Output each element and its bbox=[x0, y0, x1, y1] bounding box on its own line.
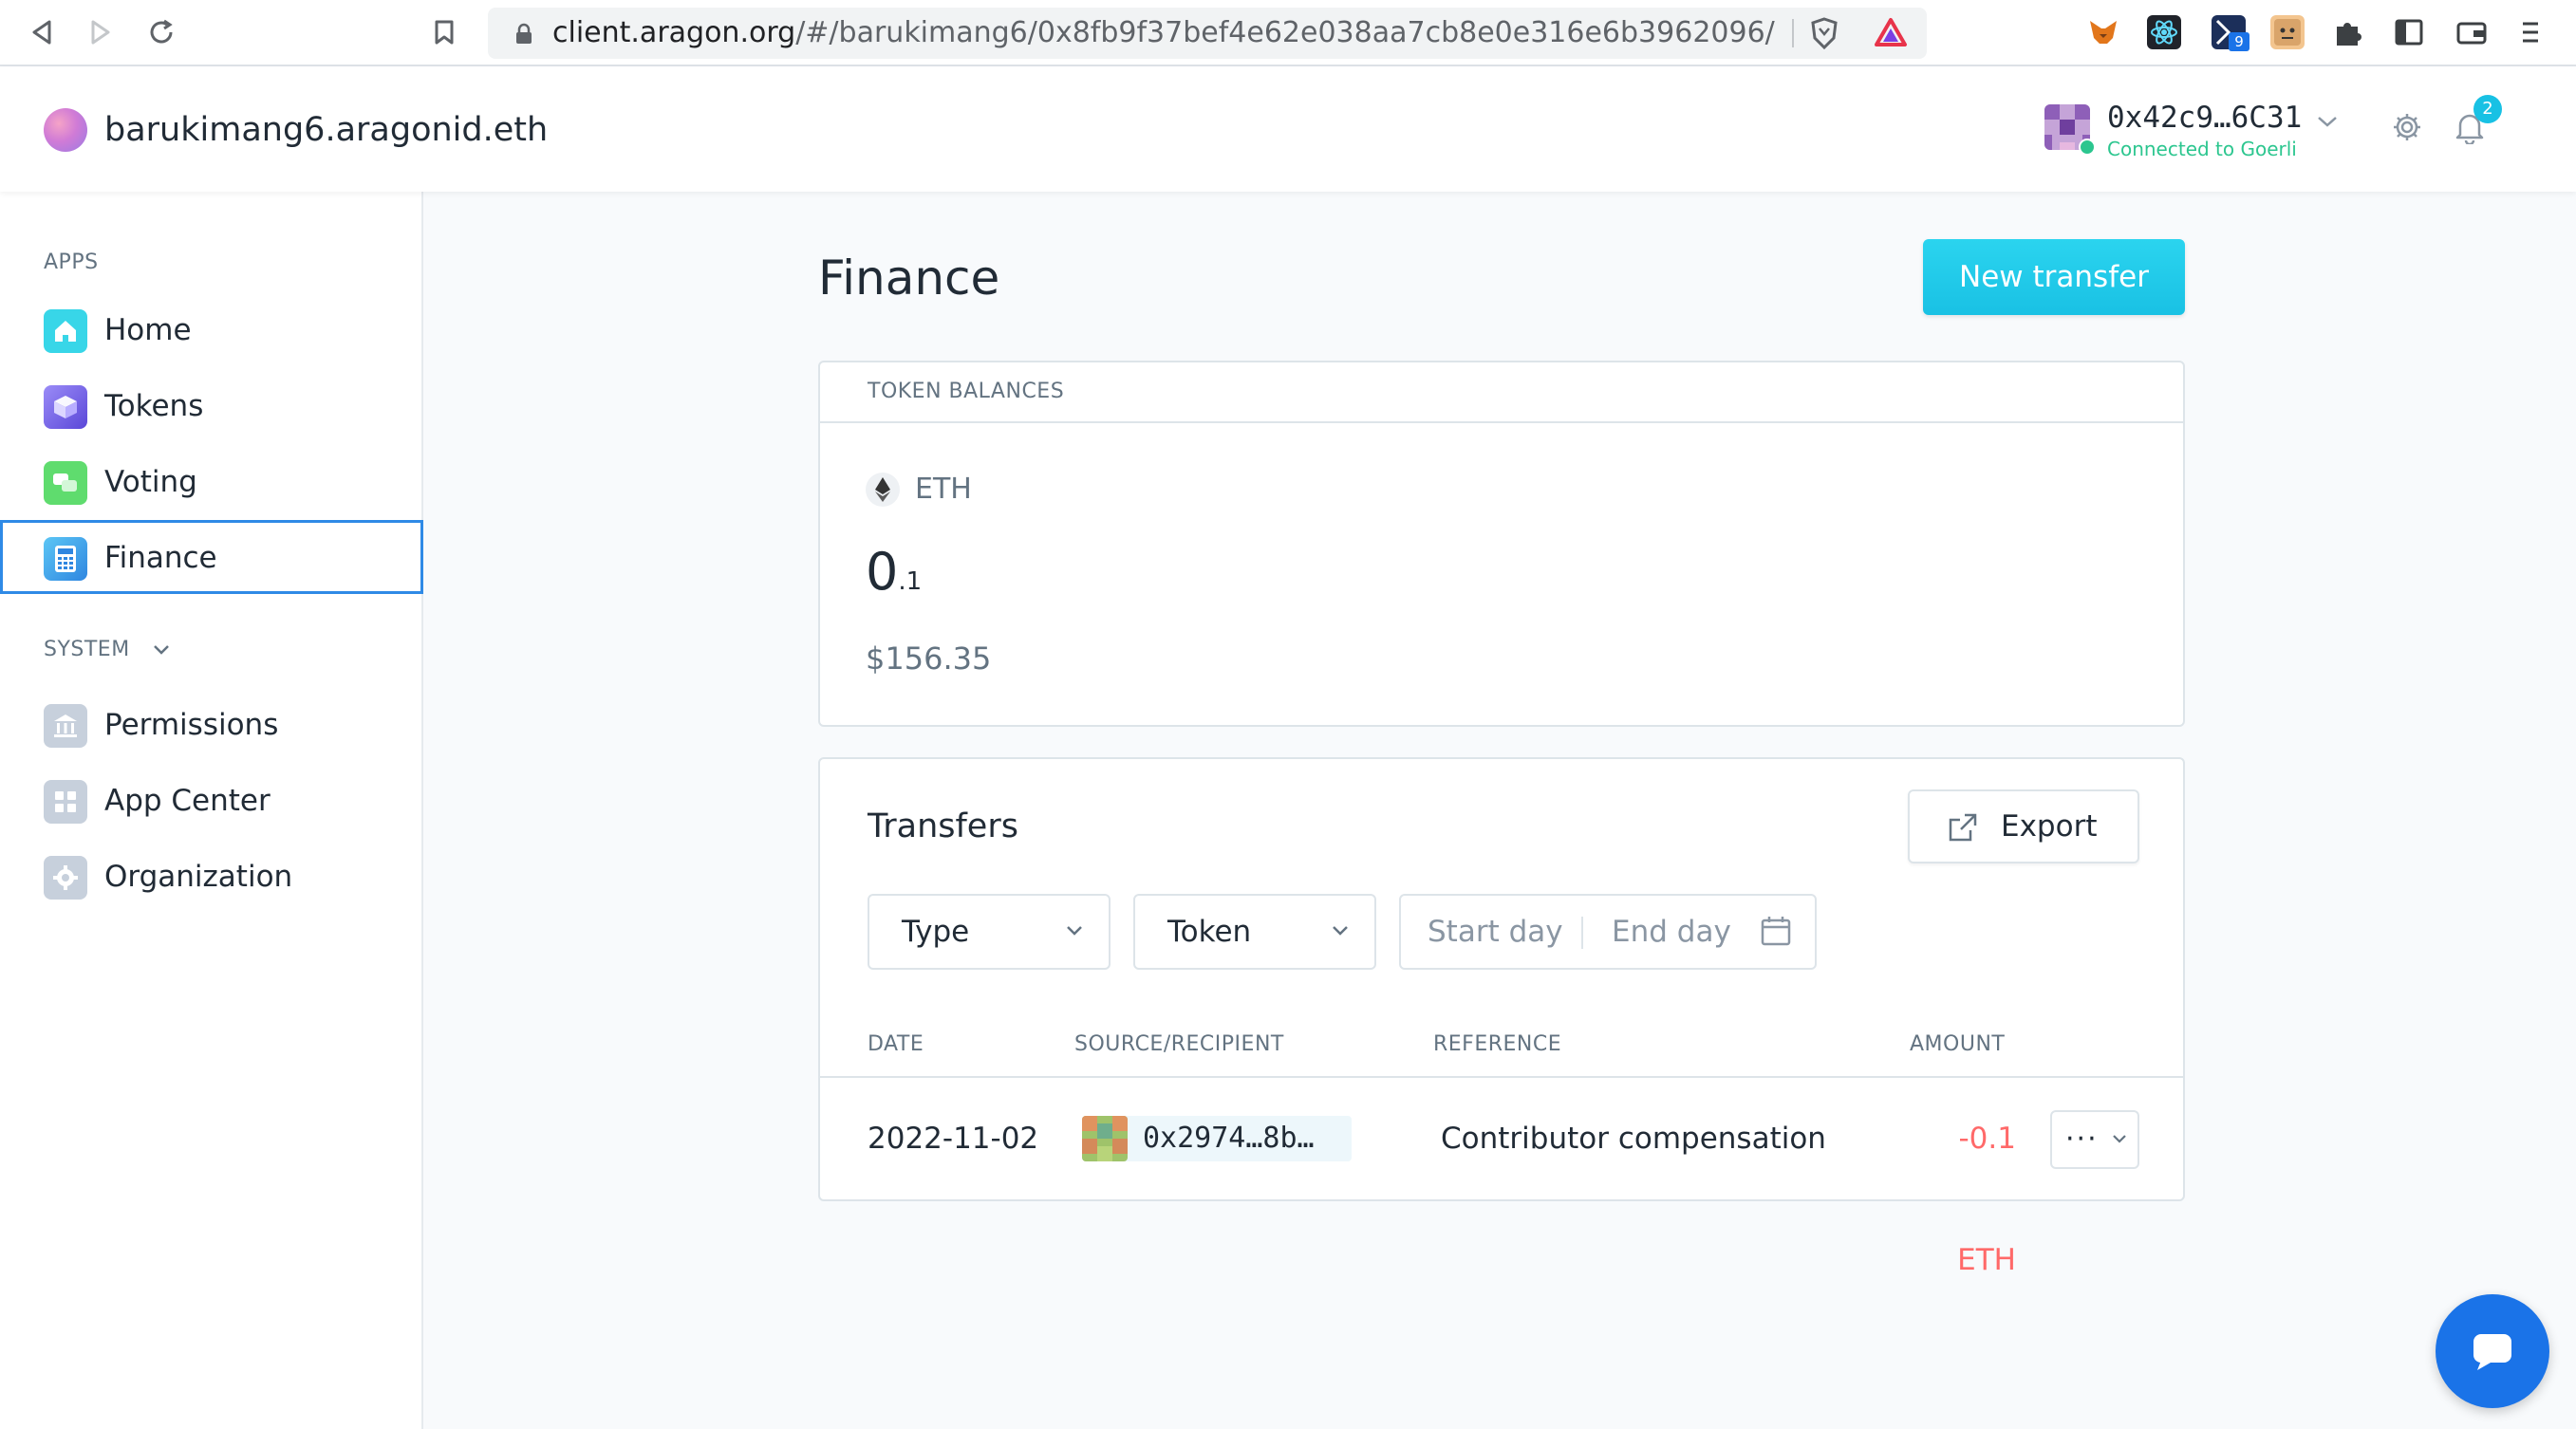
column-header-reference: REFERENCE bbox=[1433, 1032, 1562, 1056]
token-balance: 0.1 bbox=[866, 539, 922, 615]
connection-status-dot bbox=[2079, 139, 2096, 156]
transfer-reference: Contributor compensation bbox=[1441, 1122, 1826, 1156]
sidebar: APPS Home Tokens Voting Finance SYSTEM P… bbox=[0, 192, 423, 1429]
sidebar-item-permissions[interactable]: Permissions bbox=[0, 687, 423, 761]
export-label: Export bbox=[2001, 809, 2098, 844]
brave-shield-icon[interactable] bbox=[1809, 17, 1839, 49]
column-header-date: DATE bbox=[868, 1032, 924, 1056]
chevron-down-icon bbox=[1065, 924, 1084, 937]
external-link-icon bbox=[1946, 810, 1980, 844]
chevron-down-icon bbox=[152, 643, 171, 657]
url-text: client.aragon.org/#/barukimang6/0x8fb9f3… bbox=[552, 16, 1775, 49]
token-symbol: ETH bbox=[915, 473, 972, 506]
gear-icon[interactable] bbox=[2384, 104, 2430, 150]
sidebar-item-finance[interactable]: Finance bbox=[0, 520, 423, 594]
wallet-icon[interactable] bbox=[2455, 15, 2489, 49]
address-identicon bbox=[1082, 1116, 1128, 1161]
sidebar-item-home[interactable]: Home bbox=[0, 292, 423, 366]
sidebar-item-app-center[interactable]: App Center bbox=[0, 763, 423, 837]
bank-icon bbox=[44, 704, 87, 748]
metamask-icon[interactable] bbox=[2086, 15, 2120, 49]
tokens-icon bbox=[44, 385, 87, 429]
extension-face-icon[interactable] bbox=[2270, 15, 2305, 49]
address-badge[interactable]: 0x2974…8b… bbox=[1082, 1116, 1352, 1161]
token-filter-dropdown[interactable]: Token bbox=[1133, 894, 1376, 970]
extension-badge-count: 9 bbox=[2229, 32, 2249, 51]
table-row: 2022-11-02 0x2974…8b… Contributor compen… bbox=[820, 1078, 2183, 1277]
start-day-field[interactable]: Start day bbox=[1428, 896, 1563, 968]
transfer-amount: -0.1 ETH bbox=[1957, 1122, 2016, 1277]
address-text: 0x2974…8b… bbox=[1143, 1122, 1315, 1155]
forward-icon[interactable] bbox=[84, 15, 118, 49]
sidebar-item-label: Organization bbox=[104, 860, 293, 894]
export-button[interactable]: Export bbox=[1908, 789, 2139, 863]
network-status: Connected to Goerli bbox=[2107, 138, 2297, 160]
sidebar-item-label: Finance bbox=[104, 541, 217, 575]
type-filter-dropdown[interactable]: Type bbox=[868, 894, 1111, 970]
transfers-card: Transfers Export Type Token Start day En… bbox=[818, 757, 2185, 1277]
token-balances-heading: TOKEN BALANCES bbox=[820, 362, 2183, 423]
account-address[interactable]: 0x42c9…6C31 bbox=[2107, 99, 2302, 137]
sidebar-item-label: Home bbox=[104, 313, 192, 347]
org-avatar[interactable] bbox=[44, 108, 87, 152]
address-bar[interactable]: client.aragon.org/#/barukimang6/0x8fb9f3… bbox=[488, 8, 1927, 59]
system-section-toggle[interactable]: SYSTEM bbox=[44, 638, 171, 661]
column-header-amount: AMOUNT bbox=[1910, 1032, 2006, 1056]
balance-usd-value: $156.35 bbox=[866, 640, 992, 677]
chat-icon bbox=[2466, 1325, 2519, 1378]
chevron-down-icon bbox=[2111, 1133, 2128, 1144]
lock-icon bbox=[514, 23, 533, 46]
browser-toolbar: client.aragon.org/#/barukimang6/0x8fb9f3… bbox=[0, 0, 2576, 66]
chevron-down-icon[interactable] bbox=[2316, 114, 2339, 129]
sidebar-item-voting[interactable]: Voting bbox=[0, 444, 423, 518]
brave-rewards-icon[interactable] bbox=[1874, 17, 1908, 47]
chat-launcher-button[interactable] bbox=[2436, 1294, 2549, 1408]
sidebar-icon[interactable] bbox=[2392, 15, 2426, 49]
new-transfer-button[interactable]: New transfer bbox=[1923, 239, 2185, 315]
column-header-source-recipient: SOURCE/RECIPIENT bbox=[1074, 1032, 1284, 1056]
date-range-picker[interactable]: Start day End day bbox=[1399, 894, 1817, 970]
date-divider bbox=[1581, 917, 1583, 949]
puzzle-icon[interactable] bbox=[2331, 15, 2365, 49]
grid-icon bbox=[44, 780, 87, 824]
org-name[interactable]: barukimang6.aragonid.eth bbox=[104, 108, 548, 152]
balance-decimal: .1 bbox=[898, 567, 923, 596]
token-filter-label: Token bbox=[1167, 915, 1252, 949]
apps-section-label: APPS bbox=[44, 251, 99, 274]
transfers-title: Transfers bbox=[868, 807, 1018, 845]
extension-badge-icon[interactable]: 9 bbox=[2212, 15, 2249, 51]
more-icon: ··· bbox=[2065, 1123, 2099, 1156]
sidebar-item-label: Voting bbox=[104, 465, 197, 499]
type-filter-label: Type bbox=[902, 915, 970, 949]
gear-icon bbox=[44, 856, 87, 900]
transfer-date: 2022-11-02 bbox=[868, 1122, 1039, 1156]
sidebar-item-tokens[interactable]: Tokens bbox=[0, 368, 423, 442]
home-icon bbox=[44, 309, 87, 353]
sidebar-item-label: App Center bbox=[104, 784, 271, 818]
calendar-icon[interactable] bbox=[1760, 915, 1792, 947]
voting-icon bbox=[44, 461, 87, 505]
end-day-field[interactable]: End day bbox=[1612, 896, 1731, 968]
sidebar-item-label: Permissions bbox=[104, 708, 279, 742]
eth-icon bbox=[866, 473, 900, 507]
row-actions-menu[interactable]: ··· bbox=[2050, 1110, 2139, 1169]
page-title: Finance bbox=[818, 251, 1000, 306]
notification-badge: 2 bbox=[2473, 95, 2502, 123]
react-devtools-icon[interactable] bbox=[2147, 15, 2181, 49]
sidebar-item-label: Tokens bbox=[104, 389, 204, 423]
chevron-down-icon bbox=[1331, 924, 1350, 937]
menu-icon[interactable] bbox=[2519, 15, 2553, 49]
back-icon[interactable] bbox=[25, 15, 59, 49]
app-header: barukimang6.aragonid.eth 0x42c9…6C31 Con… bbox=[0, 66, 2576, 192]
token-balances-card: TOKEN BALANCES ETH 0.1 $156.35 bbox=[818, 361, 2185, 727]
reload-icon[interactable] bbox=[144, 15, 178, 49]
calculator-icon bbox=[44, 537, 87, 581]
bookmark-icon[interactable] bbox=[427, 15, 461, 49]
sidebar-item-organization[interactable]: Organization bbox=[0, 839, 423, 913]
system-section-label: SYSTEM bbox=[44, 638, 130, 661]
balance-integer: 0 bbox=[866, 542, 899, 602]
